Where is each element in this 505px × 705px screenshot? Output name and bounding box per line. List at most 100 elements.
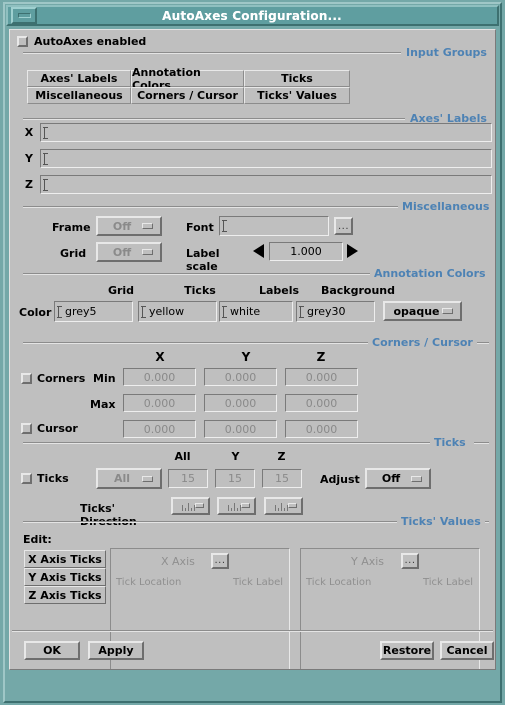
section-title-input-groups: Input Groups — [402, 47, 491, 58]
option-indicator-icon — [241, 503, 250, 508]
color-input-labels[interactable]: white — [219, 301, 293, 322]
edit-button-x-axis-ticks[interactable]: X Axis Ticks — [24, 550, 106, 568]
section-title-annotation-colors: Annotation Colors — [370, 268, 490, 279]
title-bar[interactable]: AutoAxes Configuration... — [6, 5, 499, 26]
ticks-count-all-value: 15 — [181, 472, 195, 485]
ticks-count-y-input[interactable]: 15 — [215, 469, 255, 488]
corner-max-z-input[interactable]: 0.000 — [285, 394, 358, 412]
edit-button-label: Z Axis Ticks — [28, 588, 102, 602]
corner-min-z-input[interactable]: 0.000 — [285, 368, 358, 386]
window-title: AutoAxes Configuration... — [162, 8, 342, 23]
cursor-x-value: 0.000 — [143, 422, 176, 436]
group-button-annotation-colors[interactable]: Annotation Colors — [131, 66, 244, 92]
group-button-label: Ticks' Values — [257, 89, 337, 102]
text-caret-icon — [222, 220, 229, 232]
group-button-corners-cursor[interactable]: Corners / Cursor — [131, 87, 244, 104]
ticks-count-z-input[interactable]: 15 — [262, 469, 302, 488]
group-button-axes-labels[interactable]: Axes' Labels — [27, 70, 131, 87]
option-indicator-icon — [411, 475, 422, 482]
section-rule-annotation-colors — [23, 273, 370, 275]
frame-option-menu[interactable]: Off — [96, 216, 162, 236]
corner-max-z-value: 0.000 — [305, 396, 338, 410]
axis-label-x: X — [24, 126, 34, 139]
font-browse-button[interactable]: ... — [334, 217, 353, 235]
text-caret-icon — [222, 305, 229, 318]
corners-toggle[interactable]: Corners — [21, 372, 85, 385]
ok-button[interactable]: OK — [24, 641, 80, 660]
checkbox-icon[interactable] — [21, 473, 32, 484]
color-row-label: Color — [19, 306, 52, 319]
label-scale-decrement-button[interactable] — [253, 244, 264, 258]
corner-min-y-input[interactable]: 0.000 — [204, 368, 277, 386]
group-button-ticks[interactable]: Ticks — [244, 70, 350, 87]
grid-option-menu[interactable]: Off — [96, 242, 162, 262]
pane-col-label-y: Tick Label — [422, 577, 473, 588]
pane-col-location-y: Tick Location — [306, 577, 372, 588]
option-indicator-icon — [142, 249, 153, 255]
ticks-direction-y-option-menu[interactable] — [217, 497, 256, 515]
pane-browse-label-y: ... — [404, 555, 416, 566]
ticks-header-z: Z — [277, 450, 286, 463]
checkbox-icon[interactable] — [21, 373, 32, 384]
ticks-toggle[interactable]: Ticks — [21, 472, 69, 485]
apply-button[interactable]: Apply — [88, 641, 144, 660]
checkbox-icon[interactable] — [17, 36, 28, 47]
minimize-icon — [17, 13, 31, 18]
ticks-direction-x-option-menu[interactable] — [171, 497, 210, 515]
opacity-option-menu[interactable]: opaque — [383, 301, 462, 321]
edit-button-label: Y Axis Ticks — [28, 570, 102, 584]
corner-max-x-input[interactable]: 0.000 — [123, 394, 196, 412]
grid-value: Off — [112, 245, 132, 259]
group-button-label: Corners / Cursor — [137, 89, 238, 102]
cancel-label: Cancel — [446, 644, 488, 657]
text-caret-icon — [43, 152, 50, 165]
restore-button[interactable]: Restore — [380, 641, 434, 660]
group-button-ticks-values[interactable]: Ticks' Values — [244, 87, 350, 104]
corner-min-z-value: 0.000 — [305, 370, 338, 384]
footer-separator — [12, 630, 493, 632]
pane-col-label-x: Tick Label — [232, 577, 283, 588]
section-rule-ticks — [23, 442, 430, 444]
edit-button-y-axis-ticks[interactable]: Y Axis Ticks — [24, 568, 106, 586]
corner-min-x-input[interactable]: 0.000 — [123, 368, 196, 386]
checkbox-icon[interactable] — [21, 423, 32, 434]
cursor-y-input[interactable]: 0.000 — [204, 420, 277, 438]
label-scale-label: Label scale — [186, 247, 220, 273]
corner-max-y-input[interactable]: 0.000 — [204, 394, 277, 412]
group-button-label: Axes' Labels — [40, 72, 118, 85]
axis-label-y-input[interactable] — [40, 149, 492, 168]
color-value-labels: white — [230, 305, 261, 318]
label-scale-input[interactable]: 1.000 — [269, 242, 343, 261]
label-scale-increment-button[interactable] — [347, 244, 358, 258]
cancel-button[interactable]: Cancel — [440, 641, 494, 660]
cursor-x-input[interactable]: 0.000 — [123, 420, 196, 438]
corners-header-y: Y — [241, 350, 251, 364]
group-button-label: Miscellaneous — [35, 89, 123, 102]
adjust-option-menu[interactable]: Off — [365, 468, 431, 489]
color-input-grid[interactable]: grey5 — [54, 301, 133, 322]
ticks-direction-label: Ticks' Direction — [80, 502, 137, 528]
pane-browse-button-y[interactable]: ... — [401, 553, 419, 569]
axis-label-x-input[interactable] — [40, 123, 492, 142]
cursor-toggle[interactable]: Cursor — [21, 422, 78, 435]
color-input-ticks[interactable]: yellow — [138, 301, 217, 322]
color-input-background[interactable]: grey30 — [296, 301, 375, 322]
dialog-body: AutoAxes enabled Input Groups Axes' Labe… — [9, 29, 496, 670]
ticks-count-all-input[interactable]: 15 — [168, 469, 208, 488]
font-input[interactable] — [219, 216, 329, 236]
autoaxes-configuration-window: AutoAxes Configuration... AutoAxes enabl… — [0, 0, 505, 705]
cursor-z-input[interactable]: 0.000 — [285, 420, 358, 438]
ticks-mode-option-menu[interactable]: All — [96, 468, 162, 489]
group-button-miscellaneous[interactable]: Miscellaneous — [27, 87, 131, 104]
text-caret-icon — [43, 178, 50, 191]
autoaxes-enabled-toggle[interactable]: AutoAxes enabled — [17, 35, 146, 48]
pane-browse-button-x[interactable]: ... — [211, 553, 229, 569]
axis-label-z-input[interactable] — [40, 175, 492, 194]
ticks-direction-z-option-menu[interactable] — [264, 497, 303, 515]
apply-label: Apply — [98, 644, 134, 657]
section-rule-ticks-right — [474, 442, 489, 444]
minimize-button[interactable] — [11, 7, 37, 24]
edit-button-z-axis-ticks[interactable]: Z Axis Ticks — [24, 586, 106, 604]
axis-label-y: Y — [25, 152, 33, 165]
color-value-background: grey30 — [307, 305, 346, 318]
